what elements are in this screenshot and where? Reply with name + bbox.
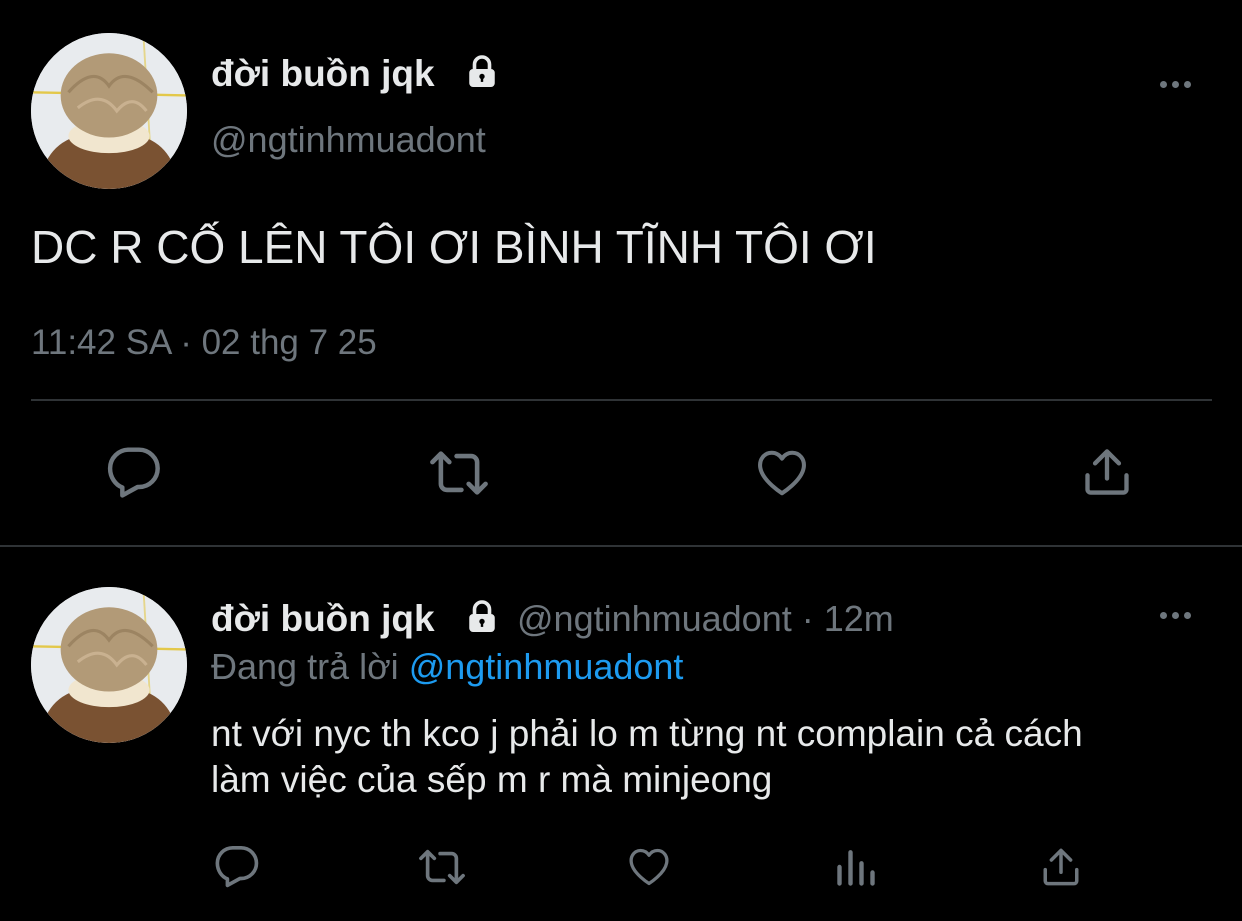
- retweet-icon[interactable]: [414, 844, 470, 890]
- avatar[interactable]: [31, 33, 187, 189]
- avatar-image: [31, 587, 187, 743]
- tweet-timestamp[interactable]: 11:42 SA · 02 thg 7 25: [31, 321, 377, 365]
- meta-separator: ·: [801, 598, 814, 639]
- analytics-icon[interactable]: [834, 845, 878, 889]
- like-icon[interactable]: [753, 446, 811, 500]
- user-handle[interactable]: @ngtinhmuadont: [517, 598, 792, 639]
- more-icon[interactable]: [1160, 611, 1191, 619]
- display-name[interactable]: đời buồn jqk: [211, 597, 435, 641]
- section-divider: [0, 545, 1242, 547]
- replying-to-label: Đang trả lời: [211, 646, 399, 687]
- replying-to: Đang trả lời @ngtinhmuadont: [211, 645, 683, 689]
- lock-icon: [463, 599, 501, 635]
- replying-to-handle[interactable]: @ngtinhmuadont: [409, 646, 684, 687]
- more-icon[interactable]: [1160, 80, 1191, 88]
- lock-icon: [463, 54, 501, 90]
- reply-icon[interactable]: [213, 844, 261, 890]
- reply-icon[interactable]: [105, 445, 163, 501]
- reply-text-line-2: làm việc của sếp m r mà minjeong: [211, 759, 773, 800]
- display-name[interactable]: đời buồn jqk: [211, 52, 435, 96]
- reply-text-line-1: nt với nyc th kco j phải lo m từng nt co…: [211, 713, 1083, 754]
- avatar-image: [31, 33, 187, 189]
- share-icon[interactable]: [1040, 844, 1082, 890]
- avatar[interactable]: [31, 587, 187, 743]
- reply-meta: @ngtinhmuadont · 12m: [517, 597, 894, 641]
- retweet-icon[interactable]: [424, 444, 494, 502]
- share-icon[interactable]: [1081, 444, 1133, 500]
- like-icon[interactable]: [625, 845, 673, 889]
- time-ago[interactable]: 12m: [824, 598, 894, 639]
- user-handle[interactable]: @ngtinhmuadont: [211, 118, 486, 162]
- tweet-text: DC R CỐ LÊN TÔI ƠI BÌNH TĨNH TÔI ƠI: [31, 221, 877, 273]
- divider: [31, 399, 1212, 401]
